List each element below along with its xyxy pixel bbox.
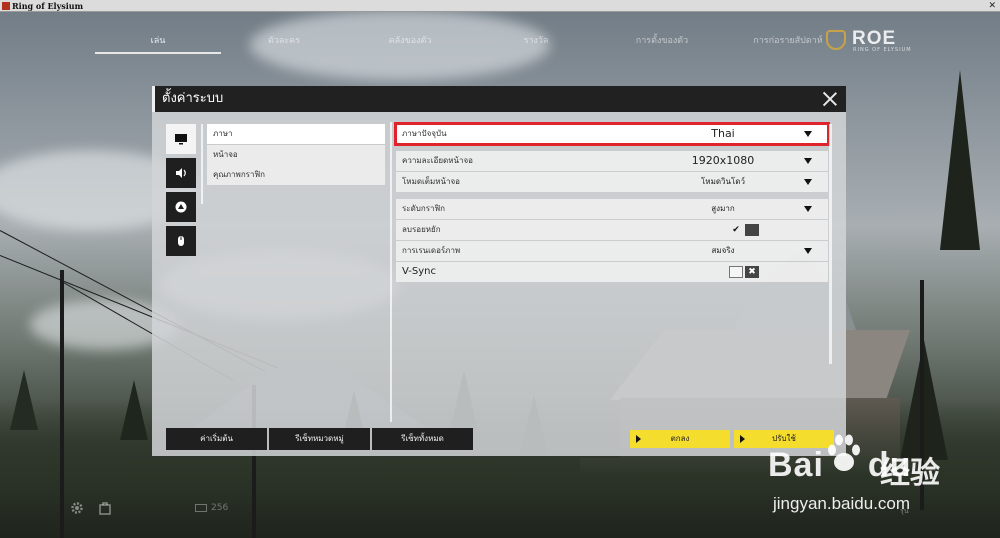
reset-all-button[interactable]: รีเซ็ททั้งหมด [372, 428, 473, 450]
cross-icon: ✖ [745, 266, 759, 278]
setting-label: การเรนเดอร์ภาพ [402, 246, 461, 255]
tab-audio[interactable] [166, 158, 196, 188]
tab-display[interactable] [166, 124, 196, 154]
dialog-title: ตั้งค่าระบบ [162, 91, 224, 106]
version-label: รุ่น [900, 507, 909, 515]
roe-logo: ROE RING OF ELYSIUM [826, 28, 931, 54]
gamepad-icon [175, 201, 187, 213]
anti-aliasing-row: ลบรอยหยัก ✔ [396, 220, 828, 240]
settings-scrollbar[interactable] [829, 124, 832, 364]
display-mode-select[interactable]: โหมดเต็มหน้าจอ โหมดวินโดว์ [396, 172, 828, 192]
resolution-value: 1920x1080 [691, 154, 755, 167]
apply-button[interactable]: ปรับใช้ [734, 430, 834, 448]
nav-item-customize[interactable]: การตั้งของตัว [599, 28, 725, 54]
sub-item-screen[interactable]: หน้าจอ [207, 144, 385, 165]
settings-dialog: ตั้งค่าระบบ ภาษา หน้าจอ คุณภาพกราฟิก ภาษ… [152, 86, 846, 456]
currency-display: 256 [195, 501, 228, 515]
nav-item-character[interactable]: ตัวละคร [221, 28, 347, 54]
check-icon: ✔ [732, 225, 740, 235]
tab-mouse[interactable] [166, 226, 196, 256]
setting-label: ภาษาปัจจุบัน [402, 129, 447, 138]
dropdown-arrow-icon [804, 158, 812, 164]
app-icon [2, 2, 10, 10]
reset-buttons: ค่าเริ่มต้น รีเซ็ทหมวดหมู่ รีเซ็ททั้งหมด [166, 428, 473, 450]
currency-amount: 256 [211, 503, 229, 513]
game-top-nav: เล่น ตัวละคร คลังของตัว รางวัล การตั้งขอ… [95, 28, 851, 54]
watermark-cn: 经验 [880, 456, 940, 491]
panel-divider [390, 122, 392, 422]
window-titlebar: Ring of Elysium ✕ [0, 0, 1000, 12]
sub-item-language[interactable]: ภาษา [207, 124, 385, 144]
vsync-row: V-Sync ✖ [396, 262, 828, 282]
setting-label: โหมดเต็มหน้าจอ [402, 177, 460, 186]
dialog-header: ตั้งค่าระบบ [152, 86, 846, 112]
nav-item-inventory[interactable]: คลังของตัว [347, 28, 473, 54]
window-title: Ring of Elysium [12, 1, 84, 11]
dropdown-arrow-icon [804, 248, 812, 254]
shield-icon [826, 30, 846, 50]
anti-aliasing-toggle[interactable]: ✔ [729, 224, 759, 236]
stone-wall [580, 458, 880, 498]
category-tabs [166, 124, 196, 260]
sub-category-list: ภาษา หน้าจอ คุณภาพกราฟิก [207, 124, 385, 186]
confirm-button[interactable]: ตกลง [630, 430, 730, 448]
tab-controls[interactable] [166, 192, 196, 222]
graphics-level-select[interactable]: ระดับกราฟิก สูงมาก [396, 199, 828, 219]
window-close-button[interactable]: ✕ [988, 0, 996, 12]
settings-panel: ภาษาปัจจุบัน Thai ความละเอียดหน้าจอ 1920… [394, 122, 830, 283]
setting-label: ลบรอยหยัก [402, 225, 441, 234]
mouse-icon [178, 236, 184, 246]
rendering-value: สมจริง [711, 246, 735, 255]
setting-label: ความละเอียดหน้าจอ [402, 156, 473, 165]
speaker-icon [176, 168, 186, 178]
reset-category-button[interactable]: รีเซ็ทหมวดหมู่ [269, 428, 370, 450]
sub-list-scrollbar[interactable] [201, 124, 203, 204]
bottom-bar: 256 รุ่น [0, 498, 1000, 520]
rendering-select[interactable]: การเรนเดอร์ภาพ สมจริง [396, 241, 828, 261]
nav-item-rewards[interactable]: รางวัล [473, 28, 599, 54]
graphics-level-value: สูงมาก [711, 204, 735, 213]
setting-label: ระดับกราฟิก [402, 204, 446, 213]
confirm-buttons: ตกลง ปรับใช้ [630, 430, 834, 448]
bag-icon[interactable] [98, 501, 112, 515]
sub-item-graphics[interactable]: คุณภาพกราฟิก [207, 165, 385, 185]
logo-tagline: RING OF ELYSIUM [853, 47, 912, 53]
language-select[interactable]: ภาษาปัจจุบัน Thai [394, 122, 830, 146]
monitor-icon [175, 134, 187, 145]
language-value: Thai [711, 127, 735, 140]
dropdown-arrow-icon [804, 131, 812, 137]
close-icon[interactable] [821, 90, 839, 108]
gear-icon[interactable] [70, 501, 84, 515]
dropdown-arrow-icon [804, 179, 812, 185]
setting-label: V-Sync [402, 266, 436, 277]
vsync-toggle[interactable]: ✖ [729, 266, 759, 278]
display-mode-value: โหมดวินโดว์ [701, 177, 745, 186]
nav-item-play[interactable]: เล่น [95, 28, 221, 54]
resolution-select[interactable]: ความละเอียดหน้าจอ 1920x1080 [396, 151, 828, 171]
currency-icon [195, 504, 207, 512]
reset-default-button[interactable]: ค่าเริ่มต้น [166, 428, 267, 450]
dropdown-arrow-icon [804, 206, 812, 212]
